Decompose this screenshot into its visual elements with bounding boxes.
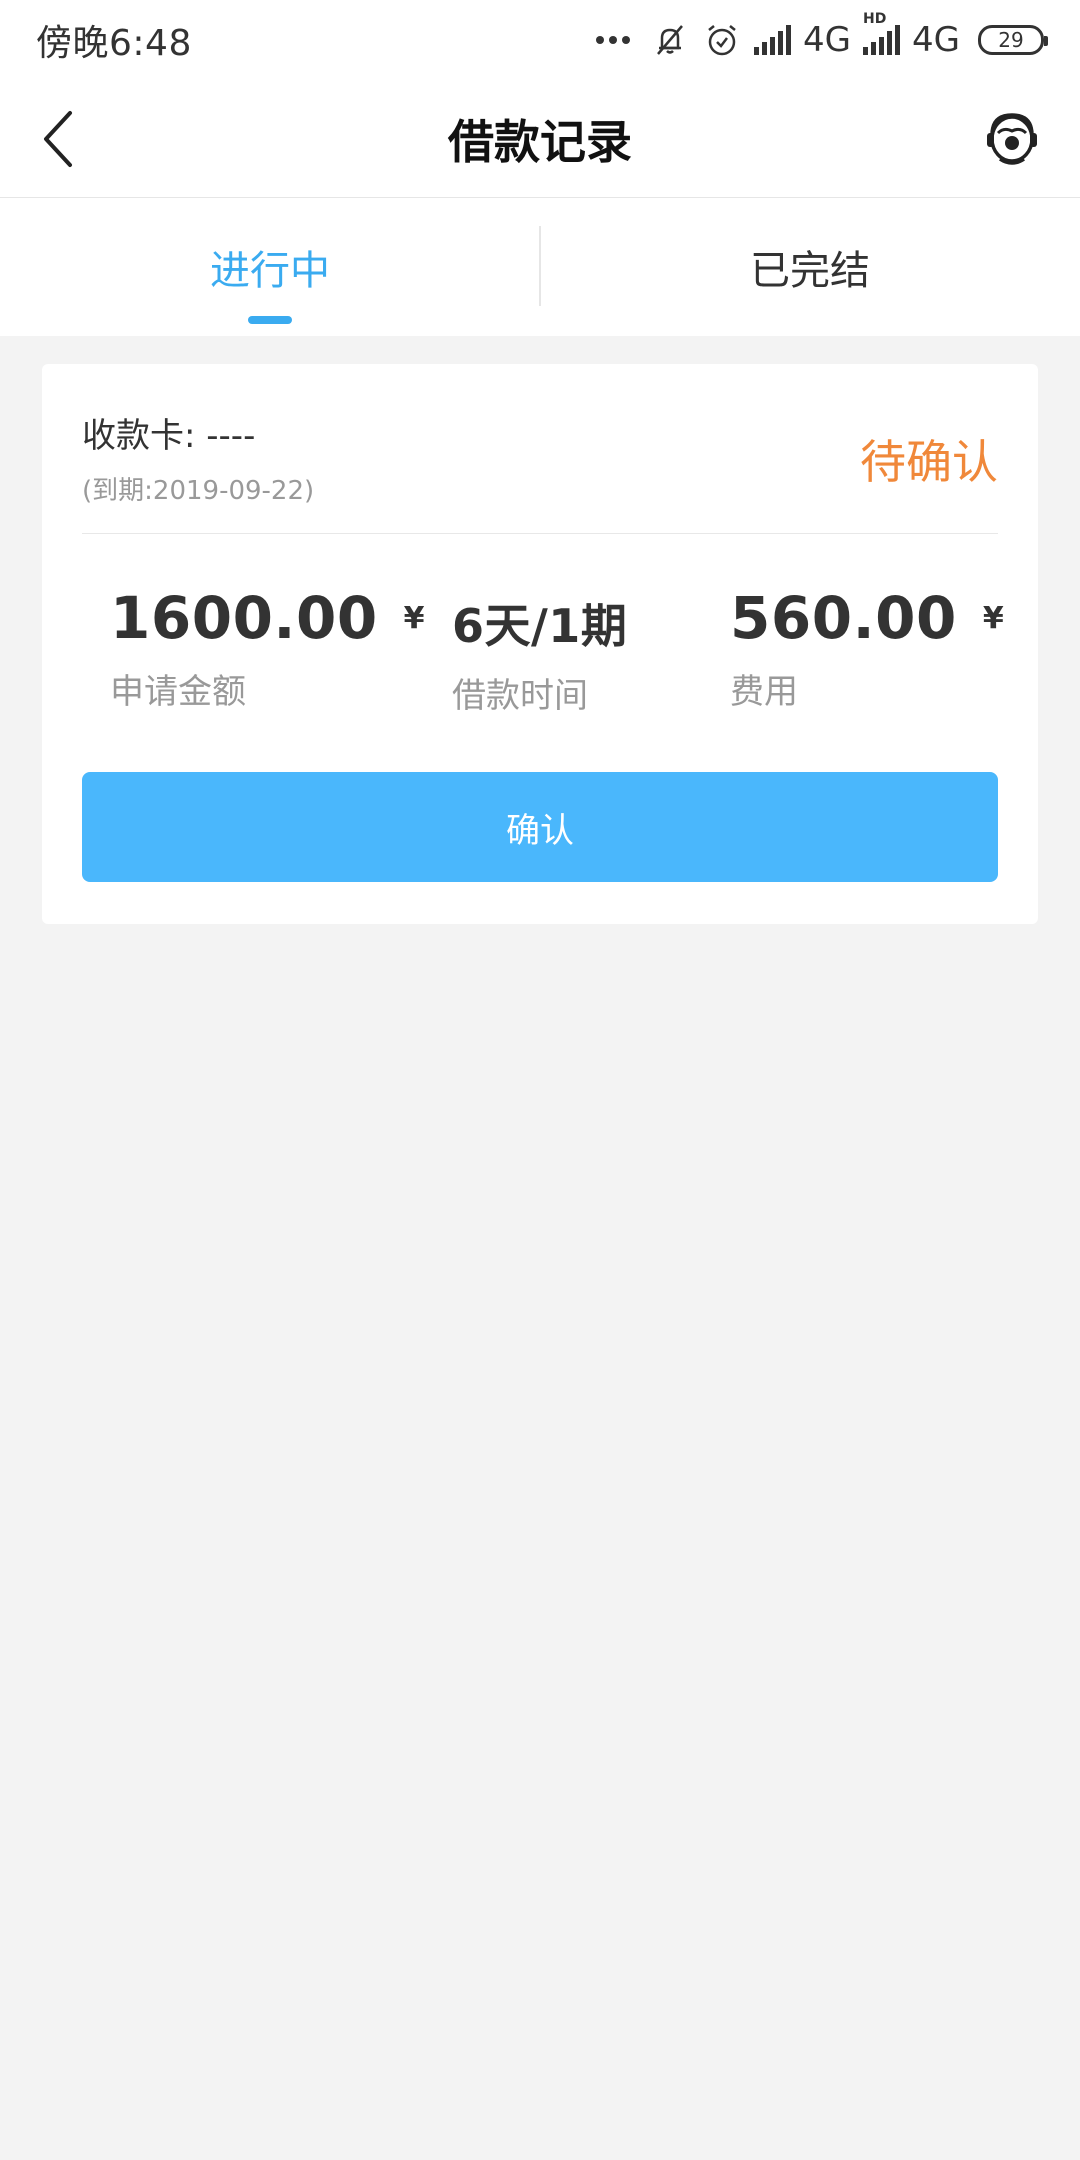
page-title: 借款记录 <box>448 115 632 169</box>
tab-completed[interactable]: 已完结 <box>540 198 1080 336</box>
status-time: 傍晚6:48 <box>36 23 192 64</box>
tab-label: 已完结 <box>750 248 870 294</box>
tab-divider <box>539 226 541 306</box>
back-button[interactable] <box>30 106 90 172</box>
fee-value: 560.00 <box>730 584 957 652</box>
network-2-label: 4G <box>912 20 960 60</box>
nav-bar: 借款记录 <box>0 80 1080 198</box>
amount-caption: 申请金额 <box>110 672 246 712</box>
status-icons: 4G HD 4G 29 <box>596 11 1048 60</box>
confirm-button[interactable]: 确认 <box>82 772 998 882</box>
card-header: 收款卡: ---- (到期:2019-09-22) 待确认 <box>82 364 998 534</box>
fee-stat: 560.00 ¥ 费用 <box>730 584 1004 713</box>
due-date: (到期:2019-09-22) <box>82 476 315 506</box>
term-value: 6天/1期 <box>452 599 628 653</box>
term-caption: 借款时间 <box>452 676 588 716</box>
tab-in-progress[interactable]: 进行中 <box>0 198 540 336</box>
screen: 傍晚6:48 4G HD 4G 29 借款记录 进行中 已完结 收款卡: ---… <box>0 0 1080 2160</box>
active-tab-indicator <box>248 316 292 324</box>
alarm-clock-icon <box>702 20 742 60</box>
tab-bar: 进行中 已完结 <box>0 198 1080 336</box>
signal-1-icon <box>754 25 792 55</box>
customer-service-icon <box>987 113 1037 165</box>
chevron-left-icon <box>44 111 72 167</box>
customer-service-button[interactable] <box>980 104 1044 174</box>
loan-record-card: 收款卡: ---- (到期:2019-09-22) 待确认 1600.00 ¥ 申… <box>42 364 1038 924</box>
hd-badge: HD <box>863 11 887 27</box>
term-stat: 6天/1期 借款时间 <box>452 590 627 717</box>
fee-currency: ¥ <box>982 601 1004 636</box>
battery-level: 29 <box>998 28 1024 52</box>
receiving-card-label: 收款卡: ---- <box>82 416 256 456</box>
amount-currency: ¥ <box>403 601 425 636</box>
status-bar: 傍晚6:48 4G HD 4G 29 <box>0 0 1080 80</box>
amount-stat: 1600.00 ¥ 申请金额 <box>110 584 425 713</box>
signal-2-icon: HD <box>863 11 901 55</box>
network-1-label: 4G <box>803 20 852 60</box>
tab-label: 进行中 <box>210 248 330 294</box>
more-dots-icon <box>596 36 631 44</box>
amount-value: 1600.00 <box>110 584 378 652</box>
fee-caption: 费用 <box>730 672 798 712</box>
battery-icon: 29 <box>978 25 1048 55</box>
muted-bell-icon <box>650 20 690 60</box>
status-badge: 待确认 <box>860 435 998 489</box>
